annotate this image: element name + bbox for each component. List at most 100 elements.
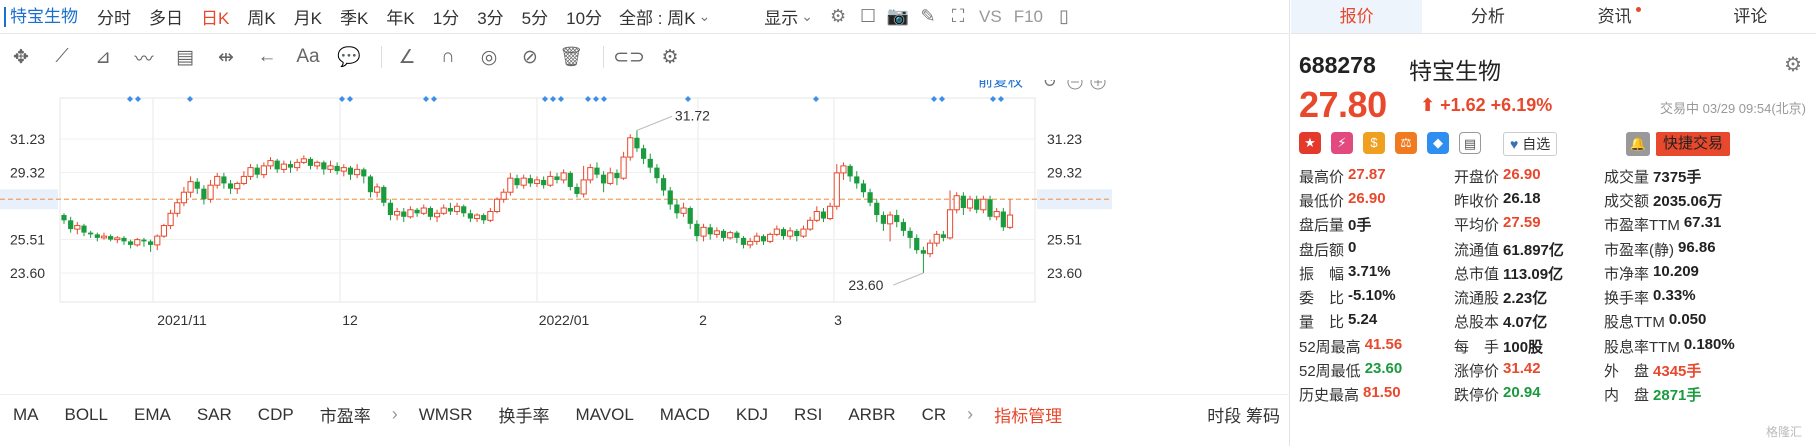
undo-icon[interactable]: ↺ [1043, 80, 1057, 91]
indicator-1[interactable]: BOLL [52, 405, 121, 425]
indicator-10[interactable]: KDJ [723, 405, 781, 425]
adjust-mode-button[interactable]: 前复权 [978, 80, 1023, 90]
tab-period-6[interactable]: 年K [377, 4, 423, 29]
alert-bell-icon[interactable]: 🔔 [1626, 132, 1650, 156]
f10-button[interactable]: F10 [1008, 7, 1049, 27]
indicator-11[interactable]: RSI [781, 405, 835, 425]
tab-analysis[interactable]: 分析 [1422, 0, 1553, 33]
quote-label: 涨停价 [1454, 363, 1500, 381]
quote-cell: 最高价 27.87 [1299, 166, 1454, 187]
arrow-tool-icon[interactable]: ← [250, 40, 284, 74]
badge-row: ★ ⚡ $ ⚖ ◆ ▤ ♥ 自选 🔔 快捷交易 [1291, 132, 1816, 158]
quote-label: 换手率 [1604, 290, 1650, 308]
comment-tool-icon[interactable]: 💬 [332, 40, 366, 74]
scale-icon[interactable]: ⚖ [1395, 132, 1417, 154]
coin-icon[interactable]: $ [1363, 132, 1385, 154]
vs-button[interactable]: VS [973, 7, 1008, 27]
candle-body [687, 208, 693, 224]
zoom-out-icon[interactable] [1067, 80, 1083, 90]
watermark: 格隆汇 [1765, 425, 1802, 439]
line-tool-icon[interactable]: ⟋ [45, 40, 79, 74]
settings-gear-icon[interactable]: ⚙ [823, 2, 853, 32]
tab-news[interactable]: 资讯 [1554, 0, 1685, 33]
quote-label: 盘后量 [1299, 217, 1345, 235]
indicator-4[interactable]: CDP [245, 405, 307, 425]
tab-period-7[interactable]: 1分 [424, 4, 468, 29]
camera-icon[interactable]: 📷 [883, 2, 913, 32]
quote-row: 52周最低 23.60 涨停价 31.42 外 盘 4345手 [1299, 358, 1809, 382]
candle-body [907, 230, 913, 238]
candle-body [773, 228, 780, 235]
candle-body [533, 179, 541, 184]
kline-chart[interactable]: 31.2331.2329.3229.3227.8027.8025.5125.51… [0, 80, 1290, 390]
candle-body [580, 179, 587, 195]
move-icon[interactable]: ✥ [4, 40, 38, 74]
draw-settings-gear-icon[interactable]: ⚙ [653, 40, 687, 74]
hide-icon[interactable]: ⊘ [513, 40, 547, 74]
quote-cell: 委 比 -5.10% [1299, 287, 1454, 308]
angle-tool-icon[interactable]: ∠ [390, 40, 424, 74]
panel-gear-icon[interactable]: ⚙ [1784, 52, 1802, 77]
period-chip-button[interactable]: 时段 筹码 [1207, 402, 1290, 427]
quick-trade-button[interactable]: 快捷交易 [1656, 132, 1731, 156]
flash-icon[interactable]: ⚡ [1331, 132, 1353, 154]
wave-tool-icon[interactable]: 〰 [127, 40, 161, 74]
magnet-icon[interactable]: ∩ [431, 40, 465, 74]
eye-icon[interactable]: ◎ [472, 40, 506, 74]
candle-body [554, 176, 560, 180]
tab-comments[interactable]: 评论 [1685, 0, 1816, 33]
quote-cell: 流通值 61.897亿 [1454, 239, 1604, 260]
stock-name-tab[interactable]: 特宝生物 [4, 6, 88, 27]
quote-cell: 每 手 100股 [1454, 336, 1604, 357]
fib-tool-icon[interactable]: ▤ [168, 40, 202, 74]
fullscreen-icon[interactable]: ⛶ [943, 2, 973, 32]
indicator-5[interactable]: 市盈率 [307, 402, 384, 427]
indicator-bar: MA BOLL EMA SAR CDP 市盈率 › WMSR 换手率 MAVOL MACD KDJ RS… [0, 394, 1290, 434]
indicator-9[interactable]: MACD [647, 405, 723, 425]
tab-period-9[interactable]: 5分 [513, 4, 557, 29]
checkbox-icon[interactable]: ☐ [853, 2, 883, 32]
quote-value: 0.180% [1683, 335, 1735, 353]
channel-tool-icon[interactable]: ⊿ [86, 40, 120, 74]
quote-row: 最高价 27.87 开盘价 26.90 成交量 7375手 [1299, 164, 1809, 188]
indicator-0[interactable]: MA [0, 405, 52, 425]
quote-label: 市净率 [1604, 265, 1650, 283]
x-axis-label: 2021/11 [157, 312, 207, 328]
indicator-12[interactable]: ARBR [835, 405, 908, 425]
drawing-toolbar: ✥ ⟋ ⊿ 〰 ▤ ⇹ ← Aa 💬 ∠ ∩ ◎ ⊘ 🗑 ⊂⊃ ⚙ [0, 35, 1290, 79]
text-tool-icon[interactable]: Aa [291, 40, 325, 74]
tab-period-1[interactable]: 多日 [140, 4, 192, 29]
chevron-right-icon[interactable]: › [384, 404, 406, 425]
tab-period-8[interactable]: 3分 [468, 4, 512, 29]
indicator-8[interactable]: MAVOL [563, 405, 647, 425]
range-tool-icon[interactable]: ⇹ [209, 40, 243, 74]
tab-period-10[interactable]: 10分 [557, 4, 611, 29]
favorite-label: 自选 [1522, 136, 1551, 152]
pen-icon[interactable]: ✎ [913, 2, 943, 32]
quote-label: 市盈率TTM [1604, 217, 1680, 235]
display-select[interactable]: 显示 [756, 4, 823, 29]
tab-period-5[interactable]: 季K [331, 4, 377, 29]
quote-value: 100股 [1503, 338, 1544, 356]
chevron-right-icon[interactable]: › [959, 404, 981, 425]
tab-quote[interactable]: 报价 [1291, 0, 1423, 33]
bookmark-icon[interactable]: ▤ [1459, 132, 1481, 154]
indicator-3[interactable]: SAR [184, 405, 245, 425]
indicator-13[interactable]: CR [909, 405, 960, 425]
indicator-7[interactable]: 换手率 [486, 402, 563, 427]
add-favorite-button[interactable]: ♥ 自选 [1503, 132, 1558, 156]
tab-period-2[interactable]: 日K [192, 4, 238, 29]
tab-period-4[interactable]: 月K [285, 4, 331, 29]
trash-icon[interactable]: 🗑 [554, 40, 588, 74]
tab-period-0[interactable]: 分时 [88, 4, 140, 29]
sidebar-toggle-icon[interactable]: ▯ [1049, 2, 1079, 32]
indicator-6[interactable]: WMSR [406, 405, 486, 425]
link-icon[interactable]: ⊂⊃ [612, 40, 646, 74]
tag-icon[interactable]: ◆ [1427, 132, 1449, 154]
candle-body [88, 232, 94, 235]
tab-period-3[interactable]: 周K [238, 4, 284, 29]
indicator-2[interactable]: EMA [121, 405, 184, 425]
range-select[interactable]: 全部 : 周K [611, 4, 720, 29]
indicator-manage-button[interactable]: 指标管理 [981, 402, 1075, 427]
candle-body [860, 183, 867, 193]
